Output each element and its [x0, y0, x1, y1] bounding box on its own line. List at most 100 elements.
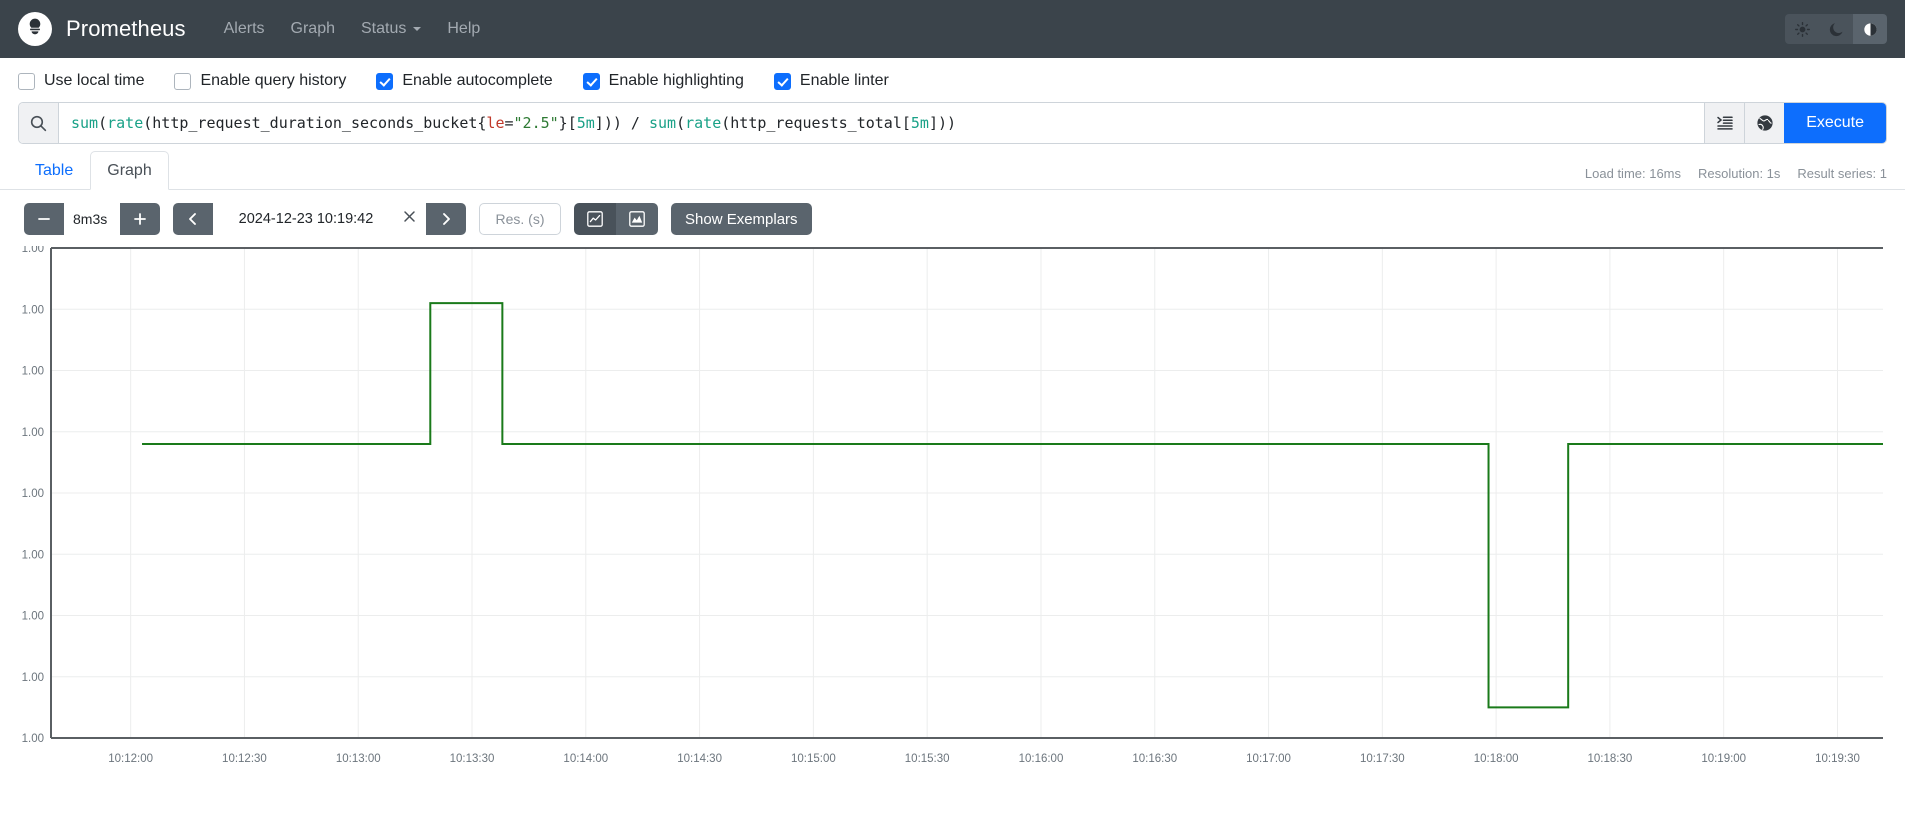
enable-query-history-checkbox[interactable]	[174, 72, 192, 90]
chevron-down-icon	[413, 27, 422, 31]
svg-text:10:13:00: 10:13:00	[336, 753, 381, 765]
svg-text:10:18:30: 10:18:30	[1588, 753, 1633, 765]
range-control-group: 8m3s	[24, 203, 160, 235]
svg-text:1.00: 1.00	[22, 488, 44, 500]
graph-controls: 8m3s 2024-12-23 10:19:42 Res. (s) Show E…	[0, 190, 1905, 246]
globe-icon[interactable]	[1744, 103, 1785, 143]
svg-text:10:12:30: 10:12:30	[222, 753, 267, 765]
enable-linter-checkbox[interactable]	[773, 72, 791, 90]
half-circle-icon	[1863, 22, 1878, 37]
plus-icon	[133, 212, 147, 226]
end-time-input[interactable]: 2024-12-23 10:19:42	[213, 203, 399, 235]
query-expression: sum(rate(http_request_duration_seconds_b…	[71, 114, 957, 132]
option-enable-autocomplete[interactable]: Enable autocomplete	[376, 72, 553, 90]
decrease-range-button[interactable]	[24, 203, 64, 235]
enable-highlighting-label: Enable highlighting	[608, 72, 744, 89]
theme-switcher	[1785, 14, 1887, 44]
svg-text:10:17:30: 10:17:30	[1360, 753, 1405, 765]
svg-text:1.00: 1.00	[22, 733, 44, 745]
navbar: Prometheus Alerts Graph Status Help	[0, 0, 1905, 58]
time-series-chart[interactable]: 1.00 1.00 1.00 1.00 1.00 1.00 1.00 1.00 1.00 10:1…	[18, 246, 1887, 786]
chevron-right-icon	[439, 212, 453, 226]
format-indent-icon[interactable]	[1704, 103, 1745, 143]
option-enable-query-history[interactable]: Enable query history	[174, 72, 346, 90]
tab-graph[interactable]: Graph	[90, 150, 169, 190]
next-time-button[interactable]	[426, 203, 466, 235]
prometheus-logo-icon	[18, 12, 52, 46]
chart-type-stacked-button[interactable]	[616, 203, 658, 235]
nav-links: Alerts Graph Status Help	[224, 20, 481, 38]
svg-text:1.00: 1.00	[22, 672, 44, 684]
close-icon	[403, 210, 416, 228]
nav-link-graph[interactable]: Graph	[291, 20, 335, 38]
graph-panel: 1.00 1.00 1.00 1.00 1.00 1.00 1.00 1.00 1.00 10:1…	[18, 246, 1887, 786]
query-options-row: Use local time Enable query history Enab…	[0, 58, 1905, 102]
query-input[interactable]: sum(rate(http_request_duration_seconds_b…	[59, 103, 1704, 143]
use-local-time-label: Use local time	[44, 72, 145, 89]
svg-text:10:18:00: 10:18:00	[1474, 753, 1519, 765]
chart-type-line-button[interactable]	[574, 203, 616, 235]
range-input[interactable]: 8m3s	[64, 203, 120, 235]
area-chart-icon	[629, 211, 645, 227]
brand[interactable]: Prometheus	[18, 12, 186, 46]
svg-text:10:14:30: 10:14:30	[677, 753, 722, 765]
svg-text:10:12:00: 10:12:00	[108, 753, 153, 765]
theme-dark-button[interactable]	[1819, 14, 1853, 44]
increase-range-button[interactable]	[120, 203, 160, 235]
clear-time-button[interactable]	[399, 203, 426, 235]
moon-icon	[1829, 22, 1844, 37]
resolution-stat: Resolution: 1s	[1698, 166, 1781, 181]
svg-text:10:15:30: 10:15:30	[905, 753, 950, 765]
theme-auto-button[interactable]	[1853, 14, 1887, 44]
chevron-left-icon	[186, 212, 200, 226]
brand-title: Prometheus	[66, 16, 186, 41]
svg-text:10:15:00: 10:15:00	[791, 753, 836, 765]
nav-link-status-label: Status	[361, 20, 407, 37]
nav-link-alerts-label: Alerts	[223, 20, 265, 37]
query-bar: sum(rate(http_request_duration_seconds_b…	[18, 102, 1887, 144]
query-bar-wrapper: sum(rate(http_request_duration_seconds_b…	[0, 102, 1905, 144]
resolution-input[interactable]: Res. (s)	[479, 203, 561, 235]
svg-text:10:16:30: 10:16:30	[1132, 753, 1177, 765]
enable-highlighting-checkbox[interactable]	[582, 72, 600, 90]
search-icon[interactable]	[19, 103, 59, 143]
show-exemplars-button[interactable]: Show Exemplars	[671, 203, 812, 235]
execute-button[interactable]: Execute	[1784, 103, 1886, 143]
enable-autocomplete-label: Enable autocomplete	[402, 72, 553, 89]
nav-link-help[interactable]: Help	[447, 20, 480, 38]
query-stats: Load time: 16ms Resolution: 1s Result se…	[1585, 166, 1887, 181]
load-time-stat: Load time: 16ms	[1584, 166, 1682, 181]
minus-icon	[37, 212, 51, 226]
svg-text:1.00: 1.00	[22, 549, 44, 561]
option-enable-linter[interactable]: Enable linter	[773, 72, 889, 90]
svg-text:1.00: 1.00	[22, 611, 44, 623]
use-local-time-checkbox[interactable]	[18, 72, 35, 90]
enable-autocomplete-checkbox[interactable]	[376, 72, 394, 90]
line-chart-icon	[587, 211, 603, 227]
option-use-local-time[interactable]: Use local time	[18, 72, 144, 90]
result-series-stat: Result series: 1	[1797, 166, 1887, 181]
sun-icon	[1794, 21, 1810, 37]
enable-query-history-label: Enable query history	[200, 72, 347, 89]
option-enable-highlighting[interactable]: Enable highlighting	[582, 72, 744, 90]
svg-text:1.00: 1.00	[22, 427, 44, 439]
svg-text:10:19:30: 10:19:30	[1815, 753, 1860, 765]
nav-link-help-label: Help	[447, 20, 481, 37]
svg-text:10:14:00: 10:14:00	[563, 753, 608, 765]
svg-text:1.00: 1.00	[22, 366, 44, 378]
previous-time-button[interactable]	[173, 203, 213, 235]
chart-type-group	[574, 203, 658, 235]
nav-link-status[interactable]: Status	[361, 20, 422, 38]
nav-link-graph-label: Graph	[290, 20, 335, 37]
svg-text:10:17:00: 10:17:00	[1246, 753, 1291, 765]
enable-linter-label: Enable linter	[799, 72, 889, 89]
svg-text:10:19:00: 10:19:00	[1701, 753, 1746, 765]
nav-link-alerts[interactable]: Alerts	[224, 20, 265, 38]
time-control-group: 2024-12-23 10:19:42	[173, 203, 466, 235]
result-tabs: Table Graph Load time: 16ms Resolution: …	[0, 144, 1905, 190]
theme-light-button[interactable]	[1785, 14, 1819, 44]
svg-text:10:16:00: 10:16:00	[1019, 753, 1064, 765]
svg-text:1.00: 1.00	[22, 246, 44, 255]
svg-text:10:13:30: 10:13:30	[450, 753, 495, 765]
tab-table[interactable]: Table	[18, 151, 90, 190]
